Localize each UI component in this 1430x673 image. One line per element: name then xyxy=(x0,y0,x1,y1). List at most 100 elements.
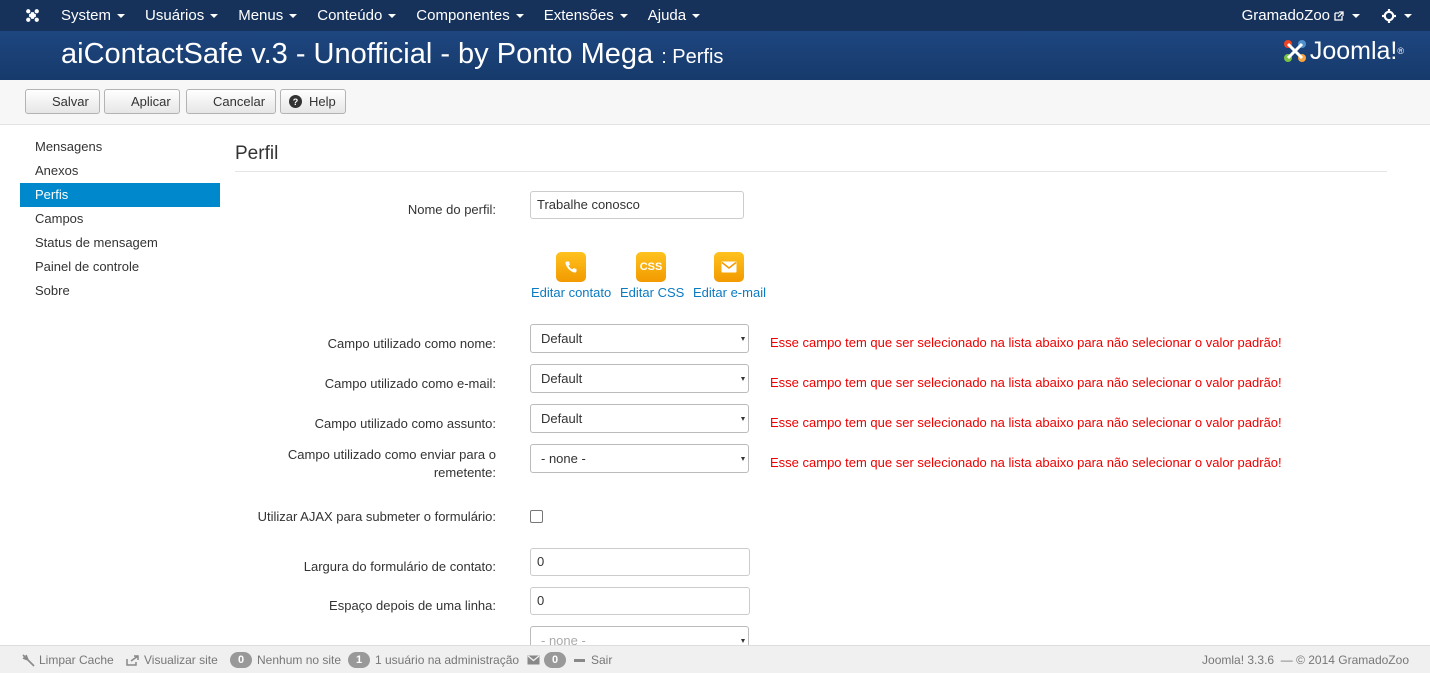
menu-label: Menus xyxy=(238,7,284,24)
help-label: Help xyxy=(309,94,336,109)
caret-down-icon xyxy=(117,13,126,18)
email-field-warning: Esse campo tem que ser selecionado na li… xyxy=(770,375,1282,390)
edit-css-link[interactable]: Editar CSS xyxy=(620,285,684,300)
profile-name-label: Nome do perfil: xyxy=(407,202,496,217)
copyright-label: — © 2014 GramadoZoo xyxy=(1280,653,1409,667)
caret-down-icon xyxy=(210,13,219,18)
select-value: Default xyxy=(541,411,583,426)
status-bar: Limpar Cache Visualizar site 0 Nenhum no… xyxy=(0,645,1430,673)
sidebar-item-perfis[interactable]: Perfis xyxy=(20,183,220,207)
help-button[interactable]: ? Help xyxy=(280,89,346,114)
sidebar-item-mensagens[interactable]: Mensagens xyxy=(20,135,220,159)
view-site-label: Visualizar site xyxy=(144,653,218,667)
registered-mark: ® xyxy=(1397,46,1404,56)
menu-componentes[interactable]: Componentes xyxy=(416,0,524,31)
svg-text:?: ? xyxy=(293,97,299,107)
email-field-select[interactable]: Default xyxy=(530,364,749,393)
menu-label: Ajuda xyxy=(647,7,687,24)
share-icon xyxy=(126,654,139,666)
profile-name-input[interactable]: Trabalhe conosco xyxy=(530,191,744,219)
question-circle-icon: ? xyxy=(289,95,302,108)
admin-count-badge: 1 xyxy=(348,652,370,668)
sidebar-item-anexos[interactable]: Anexos xyxy=(20,159,220,183)
sidebar-item-status[interactable]: Status de mensagem xyxy=(20,231,220,255)
menu-usuarios[interactable]: Usuários xyxy=(145,0,219,31)
messages-indicator[interactable]: 0 xyxy=(527,646,571,673)
name-field-label: Campo utilizado como nome: xyxy=(327,336,496,351)
external-link-icon xyxy=(1334,10,1344,21)
navbar-right: GramadoZoo xyxy=(1242,0,1412,31)
caret-down-icon xyxy=(1404,13,1412,18)
cancel-button[interactable]: Cancelar xyxy=(186,89,276,114)
ajax-checkbox[interactable] xyxy=(530,510,543,523)
page-title: aiContactSafe v.3 - Unofficial - by Pont… xyxy=(61,38,723,71)
joomla-logo-icon xyxy=(1283,40,1306,62)
joomla-icon[interactable] xyxy=(24,7,41,24)
sidebar-item-sobre[interactable]: Sobre xyxy=(20,279,220,303)
logout-link[interactable]: Sair xyxy=(574,646,612,673)
site-count-badge: 0 xyxy=(230,652,252,668)
save-label: Salvar xyxy=(52,94,89,109)
top-navbar: System Usuários Menus Conteúdo Component… xyxy=(0,0,1430,31)
view-site-link[interactable]: Visualizar site xyxy=(126,646,218,673)
sidebar-item-campos[interactable]: Campos xyxy=(20,207,220,231)
name-field-select[interactable]: Default xyxy=(530,324,749,353)
ajax-label: Utilizar AJAX para submeter o formulário… xyxy=(257,509,496,524)
subject-field-select[interactable]: Default xyxy=(530,404,749,433)
line-spacing-input[interactable]: 0 xyxy=(530,587,750,615)
menu-extensoes[interactable]: Extensões xyxy=(544,0,628,31)
phone-glyph xyxy=(565,261,577,273)
messages-count-badge: 0 xyxy=(544,652,566,668)
version-label: Joomla! 3.3.6 xyxy=(1202,653,1275,667)
clear-cache-label: Limpar Cache xyxy=(39,653,114,667)
caret-down-icon xyxy=(515,13,524,18)
menu-label: Extensões xyxy=(543,7,614,24)
css-glyph: CSS xyxy=(639,261,663,273)
save-icon xyxy=(33,96,45,108)
envelope-glyph xyxy=(721,261,737,273)
menu-label: Usuários xyxy=(145,7,205,24)
caret-down-icon xyxy=(619,13,628,18)
apply-button[interactable]: Aplicar xyxy=(104,89,180,114)
title-subtitle: : Perfis xyxy=(661,46,724,68)
menu-conteudo[interactable]: Conteúdo xyxy=(317,0,397,31)
form-width-input[interactable]: 0 xyxy=(530,548,750,576)
version-info: Joomla! 3.3.6 — © 2014 GramadoZoo xyxy=(1202,646,1409,673)
menu-system[interactable]: System xyxy=(61,0,126,31)
edit-email-link[interactable]: Editar e-mail xyxy=(693,285,766,300)
sender-field-warning: Esse campo tem que ser selecionado na li… xyxy=(770,455,1282,470)
main-menu: System Usuários Menus Conteúdo Component… xyxy=(61,0,720,31)
subject-field-warning: Esse campo tem que ser selecionado na li… xyxy=(770,415,1282,430)
caret-down-icon xyxy=(289,13,298,18)
joomla-logo: Joomla! ® xyxy=(1280,36,1404,66)
phone-icon[interactable] xyxy=(556,252,586,282)
css-icon[interactable]: CSS xyxy=(636,252,666,282)
divider xyxy=(235,171,1387,172)
caret-down-icon xyxy=(388,13,397,18)
select-value: Default xyxy=(541,331,583,346)
logout-label: Sair xyxy=(591,653,613,667)
edit-contact-link[interactable]: Editar contato xyxy=(531,285,611,300)
site-visitors: 0 Nenhum no site xyxy=(230,646,341,673)
gear-icon xyxy=(1382,8,1396,23)
clear-cache-link[interactable]: Limpar Cache xyxy=(22,646,114,673)
menu-menus[interactable]: Menus xyxy=(238,0,298,31)
section-heading: Perfil xyxy=(235,143,279,164)
cancel-label: Cancelar xyxy=(213,94,266,109)
flash-icon xyxy=(22,653,35,667)
select-arrow-icon xyxy=(741,457,745,461)
sidebar: Mensagens Anexos Perfis Campos Status de… xyxy=(20,135,220,303)
title-text: aiContactSafe v.3 - Unofficial - by Pont… xyxy=(61,38,654,70)
caret-down-icon xyxy=(1352,13,1360,18)
envelope-icon[interactable] xyxy=(714,252,744,282)
menu-ajuda[interactable]: Ajuda xyxy=(647,0,701,31)
page-header: aiContactSafe v.3 - Unofficial - by Pont… xyxy=(0,31,1430,80)
sender-field-select[interactable]: - none - xyxy=(530,444,749,473)
site-link[interactable]: GramadoZoo xyxy=(1242,7,1360,24)
settings-menu[interactable] xyxy=(1382,8,1412,23)
sidebar-item-painel[interactable]: Painel de controle xyxy=(20,255,220,279)
save-button[interactable]: Salvar xyxy=(25,89,100,114)
line-spacing-label: Espaço depois de uma linha: xyxy=(329,598,496,613)
caret-down-icon xyxy=(692,13,701,18)
envelope-icon xyxy=(527,655,540,665)
